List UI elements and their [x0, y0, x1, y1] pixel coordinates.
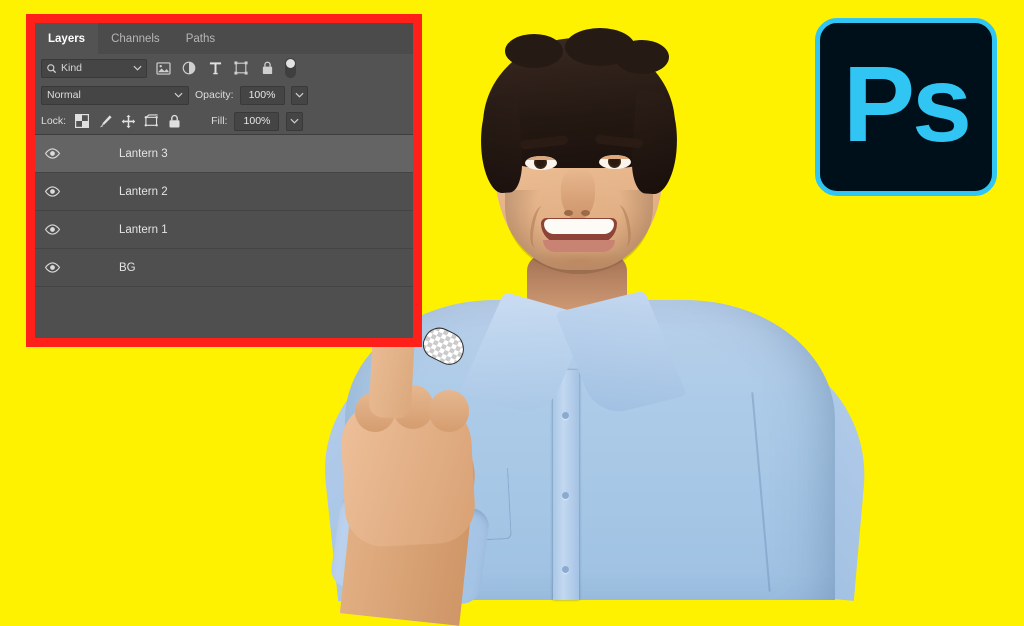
- shirt-button: [562, 412, 569, 419]
- layer-visibility-toggle[interactable]: [37, 186, 67, 197]
- layer-filter-row: Kind: [35, 54, 413, 82]
- opacity-label: Opacity:: [195, 89, 234, 101]
- lock-all-icon[interactable]: [166, 113, 182, 129]
- blend-mode-select[interactable]: Normal: [41, 85, 189, 105]
- shirt-button: [562, 492, 569, 499]
- fill-slider-button[interactable]: [286, 111, 304, 131]
- blend-mode-row: Normal Opacity: 100%: [35, 82, 413, 108]
- tab-paths-label: Paths: [185, 32, 216, 45]
- layer-name: Lantern 3: [119, 147, 168, 160]
- tab-layers[interactable]: Layers: [35, 23, 99, 54]
- lock-row: Lock: Fill: 100%: [35, 108, 413, 134]
- filter-enable-toggle[interactable]: [285, 58, 296, 78]
- lock-image-pixels-icon[interactable]: [97, 113, 113, 129]
- hair-tuft: [615, 40, 669, 74]
- right-eyelid: [599, 155, 631, 159]
- layer-list-footer: [35, 287, 413, 305]
- chevron-down-icon: [133, 65, 142, 71]
- lock-position-icon[interactable]: [120, 113, 136, 129]
- layer-name: Lantern 2: [119, 185, 168, 198]
- eye-icon: [44, 224, 60, 235]
- chevron-down-icon: [174, 92, 183, 98]
- eye-icon: [44, 148, 60, 159]
- tab-channels[interactable]: Channels: [98, 23, 173, 54]
- opacity-slider-button[interactable]: [290, 85, 308, 105]
- shape-filter-icon[interactable]: [231, 59, 251, 78]
- chevron-down-icon: [290, 118, 299, 124]
- layer-name: Lantern 1: [119, 223, 168, 236]
- left-eyelid: [525, 156, 557, 160]
- fill-label: Fill:: [211, 115, 228, 127]
- fill-input[interactable]: 100%: [234, 111, 280, 131]
- layers-panel-highlight: Layers Channels Paths Kind Normal Opacit…: [26, 14, 422, 347]
- layer-list[interactable]: Lantern 3 Lantern 2 Lantern 1 BG: [35, 134, 413, 338]
- tab-paths[interactable]: Paths: [172, 23, 229, 54]
- adjustment-filter-icon[interactable]: [179, 59, 199, 78]
- type-filter-icon[interactable]: [205, 59, 225, 78]
- layer-visibility-toggle[interactable]: [37, 148, 67, 159]
- opacity-input[interactable]: 100%: [239, 85, 285, 105]
- fill-value: 100%: [243, 115, 271, 127]
- hair-tuft: [505, 34, 563, 68]
- filter-kind-select[interactable]: Kind: [41, 58, 147, 78]
- table-row[interactable]: Lantern 1: [35, 211, 413, 249]
- tab-channels-label: Channels: [111, 32, 160, 45]
- blend-mode-value: Normal: [47, 89, 81, 101]
- lock-label: Lock:: [41, 115, 67, 127]
- layers-panel: Layers Channels Paths Kind Normal Opacit…: [35, 23, 413, 338]
- panel-tab-bar: Layers Channels Paths: [35, 23, 413, 54]
- teeth: [544, 219, 614, 234]
- lower-lip: [543, 240, 615, 252]
- nostril: [581, 210, 590, 216]
- chevron-down-icon: [295, 92, 304, 98]
- image-filter-icon[interactable]: [153, 59, 173, 78]
- layer-visibility-toggle[interactable]: [37, 224, 67, 235]
- layer-visibility-toggle[interactable]: [37, 262, 67, 273]
- photoshop-logo-text: Ps: [842, 43, 972, 164]
- eye-icon: [44, 262, 60, 273]
- knuckle: [429, 390, 469, 432]
- right-eye: [599, 155, 631, 169]
- nostril: [564, 210, 573, 216]
- lock-transparent-pixels-icon[interactable]: [74, 113, 90, 129]
- tab-layers-label: Layers: [48, 32, 86, 45]
- lock-artboard-nesting-icon[interactable]: [143, 113, 159, 129]
- left-eye: [525, 156, 557, 170]
- table-row[interactable]: BG: [35, 249, 413, 287]
- shirt-button: [562, 566, 569, 573]
- table-row[interactable]: Lantern 3: [35, 135, 413, 173]
- eye-icon: [44, 186, 60, 197]
- layer-name: BG: [119, 261, 136, 274]
- opacity-value: 100%: [248, 89, 276, 101]
- filter-kind-value: Kind: [61, 62, 83, 74]
- photoshop-logo: Ps: [815, 18, 997, 196]
- search-icon: [46, 63, 57, 74]
- table-row[interactable]: Lantern 2: [35, 173, 413, 211]
- smart-object-filter-icon[interactable]: [257, 59, 277, 78]
- tab-bar-filler: [228, 23, 413, 54]
